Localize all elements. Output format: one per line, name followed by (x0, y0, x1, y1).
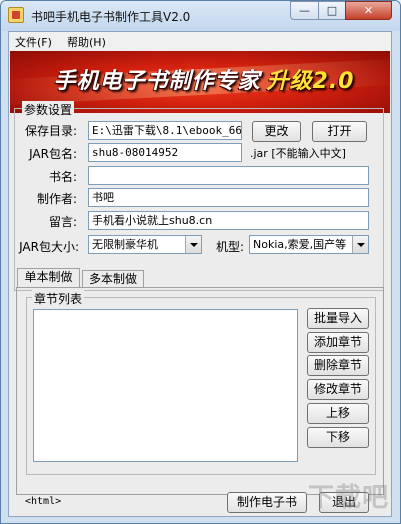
tab-multi[interactable]: 多本制做 (82, 270, 144, 288)
client-area: 文件(F) 帮助(H) 手机电子书制作专家 升级2.0 参数设置 保存目录: E:… (8, 31, 392, 517)
app-window: 书吧手机电子书制作工具V2.0 — □ ✕ 文件(F) 帮助(H) 手机电子书制… (0, 0, 401, 524)
jar-name-field[interactable]: shu8-08014952 (88, 143, 242, 162)
chapter-list[interactable] (33, 309, 298, 462)
move-down-button[interactable]: 下移 (307, 427, 369, 448)
move-up-button[interactable]: 上移 (307, 403, 369, 424)
message-label: 留言: (48, 215, 77, 229)
save-dir-label: 保存目录: (24, 124, 77, 138)
batch-import-button[interactable]: 批量导入 (307, 308, 369, 329)
tab-single[interactable]: 单本制做 (17, 268, 80, 288)
menu-file[interactable]: 文件(F) (15, 34, 52, 50)
close-button[interactable]: ✕ (345, 1, 392, 20)
banner-text: 手机电子书制作专家 (53, 69, 261, 94)
book-name-label: 书名: (48, 170, 77, 184)
jar-size-select[interactable]: 无限制豪华机 (88, 235, 202, 254)
chapter-group-title: 章节列表 (32, 290, 85, 307)
book-name-field[interactable] (88, 166, 369, 185)
banner-version: 升级2.0 (266, 69, 355, 94)
delete-chapter-button[interactable]: 删除章节 (307, 355, 369, 376)
jar-name-label: JAR包名: (29, 147, 77, 161)
make-ebook-button[interactable]: 制作电子书 (227, 492, 307, 513)
banner-title: 手机电子书制作专家 升级2.0 (24, 63, 384, 95)
jar-suffix-hint: .jar [不能输入中文] (250, 147, 346, 160)
params-group-title: 参数设置 (22, 101, 75, 118)
window-title: 书吧手机电子书制作工具V2.0 (31, 10, 191, 24)
menu-help[interactable]: 帮助(H) (67, 34, 106, 50)
watermark-logo: 下载吧 (307, 483, 389, 513)
jar-size-value: 无限制豪华机 (92, 238, 158, 251)
change-dir-button[interactable]: 更改 (252, 121, 301, 142)
chevron-down-icon (185, 236, 201, 253)
add-chapter-button[interactable]: 添加章节 (307, 332, 369, 353)
model-select[interactable]: Nokia,索爱,国产等 (249, 235, 369, 254)
chevron-down-icon (352, 236, 368, 253)
model-label: 机型: (215, 240, 244, 254)
status-text: <html> (25, 496, 62, 507)
author-label: 制作者: (36, 192, 77, 206)
title-bar[interactable]: 书吧手机电子书制作工具V2.0 — □ ✕ (1, 1, 400, 31)
save-dir-field[interactable]: E:\迅雷下载\8.1\ebook_668 (88, 121, 242, 140)
message-field[interactable]: 手机看小说就上shu8.cn (88, 211, 369, 230)
menu-bar: 文件(F) 帮助(H) (9, 32, 391, 50)
author-field[interactable]: 书吧 (88, 188, 369, 207)
model-value: Nokia,索爱,国产等 (253, 238, 347, 251)
maximize-button[interactable]: □ (318, 1, 346, 20)
minimize-button[interactable]: — (290, 1, 319, 20)
edit-chapter-button[interactable]: 修改章节 (307, 379, 369, 400)
app-icon (8, 7, 24, 23)
jar-size-label: JAR包大小: (19, 240, 79, 254)
open-dir-button[interactable]: 打开 (312, 121, 367, 142)
